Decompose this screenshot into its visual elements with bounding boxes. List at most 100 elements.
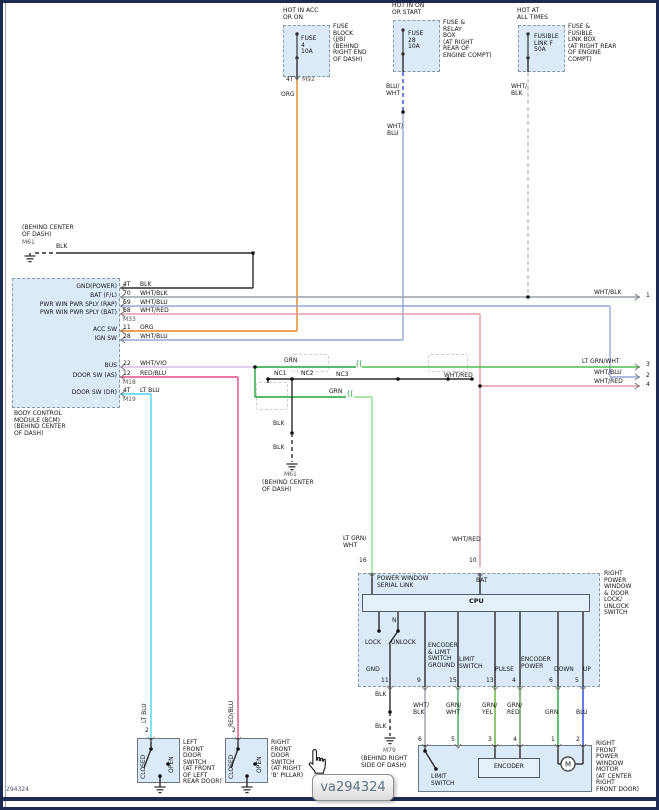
diagram-label: BLU	[576, 709, 588, 716]
diagram-label: GRN/ RED	[507, 702, 523, 716]
diagram-label: 6	[418, 736, 422, 743]
limit-switch-label: LIMIT SWITCH	[431, 773, 455, 787]
junction-dot	[266, 377, 270, 381]
hot-in-acc-label: HOT IN ACC OR ON	[283, 7, 319, 21]
diagram-label: CLOSED	[228, 754, 235, 779]
diagram-label: WHT/BLU	[140, 333, 168, 340]
diagram-label: GRN/ WHT	[446, 702, 462, 716]
watermark-text: va294324	[320, 780, 386, 795]
diagram-label: ((	[347, 389, 354, 398]
diagram-label: OPEN	[256, 756, 263, 773]
diagram-label: 2	[145, 727, 149, 734]
diagram-label: DOWN	[554, 666, 574, 673]
diagram-label: WHT/ BLK	[413, 702, 430, 716]
wire-wht-blk-label: WHT/ BLK	[511, 83, 528, 97]
junction-dot	[396, 377, 400, 381]
diagram-label: 2	[576, 736, 580, 743]
fuse-4-label: FUSE 4 10A	[301, 35, 317, 55]
diagram-label: OPEN	[168, 756, 175, 773]
wire-lt-grn-wht-bottom: LT GRN/ WHT	[343, 535, 367, 549]
cpu-label: CPU	[469, 597, 484, 605]
junction-dot	[253, 365, 257, 369]
diagram-label: ORG	[140, 324, 154, 331]
fuse-block-label: FUSE BLOCK (J/B) (BEHIND RIGHT END OF DA…	[333, 23, 367, 63]
diagram-label: 11	[381, 677, 389, 684]
diagram-label: 3	[646, 361, 650, 368]
diagram-label: M18	[123, 379, 136, 386]
diagram-label: 22	[123, 360, 131, 367]
wire-lt-blu-vert-label: LT BLU	[141, 703, 148, 723]
fusible-link-label: FUSIBLE LINK F 50A	[534, 33, 559, 53]
junction-dot	[290, 377, 294, 381]
bcm-pin-rap: PWR WIN PWR SPLY (RAP)	[39, 301, 117, 308]
diagram-label: LIMIT SWITCH	[459, 656, 483, 670]
diagram-label: 4	[513, 736, 517, 743]
pin-4t-label: 4T	[286, 76, 294, 83]
diagram-label: 4	[646, 381, 650, 388]
m61-loc-label: (BEHIND CENTER OF DASH)	[22, 224, 74, 238]
diagram-label: 2	[646, 372, 650, 379]
diagram-id: 294324	[6, 786, 29, 793]
diagram-label: BLK	[140, 281, 152, 288]
bcm-pin-door-dr: DOOR SW (DR)	[71, 389, 117, 396]
serial-link-pin-label: POWER WINDOW SERIAL LINK	[377, 575, 429, 589]
diagram-label: BLK	[273, 420, 285, 427]
pin-chevron	[634, 373, 640, 381]
diagram-label: 70	[123, 290, 131, 297]
diagram-label: 4T	[123, 387, 131, 394]
diagram-label: M79	[383, 747, 396, 754]
diagram-label: M61	[284, 471, 297, 478]
diagram-label: PULSE	[495, 666, 514, 673]
diagram-label: 15	[449, 677, 457, 684]
wire-blk-label: BLK	[56, 243, 68, 250]
wire-grn-label1: GRN	[284, 357, 298, 364]
junction-dot	[388, 710, 392, 714]
ghost-connector-2	[428, 354, 468, 372]
fuse-28-label: FUSE 28 10A	[408, 30, 424, 50]
diagram-label: UNLOCK	[391, 639, 416, 646]
diagram-label: 1	[551, 736, 555, 743]
frame-inner-line	[5, 3, 6, 807]
diagram-label: 28	[123, 333, 131, 340]
diagram-label: ((	[356, 359, 363, 368]
watermark-tooltip[interactable]: va294324	[312, 774, 394, 801]
diagram-label: 10	[469, 557, 477, 564]
bcm-pin-gnd: GND(POWER)	[76, 283, 117, 290]
diagram-label: WHT/RED	[140, 307, 169, 314]
diagram-label: M19	[123, 396, 136, 403]
bcm-pin-ign: IGN SW	[94, 335, 117, 342]
diagram-label: GRN	[545, 709, 559, 716]
diagram-label: NC1	[274, 370, 287, 377]
diagram-label: WHT/BLK	[140, 290, 168, 297]
bcm-pin-bat: BAT (F/L)	[90, 292, 117, 299]
diagram-label: M33	[123, 316, 136, 323]
junction-dot	[526, 295, 530, 299]
diagram-label: LT BLU	[140, 387, 160, 394]
encoder-label: ENCODER	[494, 763, 524, 770]
diagram-label: RED/BLU	[140, 370, 167, 377]
diagram-label: BLK	[273, 444, 285, 451]
m61-label: M61	[22, 239, 35, 246]
bcm-pin-bus: BUS	[104, 362, 117, 369]
diagram-label: 1	[646, 292, 650, 299]
diagram-label: 5	[575, 677, 579, 684]
diagram-label: 11	[123, 324, 131, 331]
diagram-label: (BEHIND CENTER OF DASH)	[262, 479, 314, 493]
diagram-label: 13	[486, 677, 494, 684]
edge-wht-red: WHT/RED	[594, 378, 623, 385]
fusible-box-label: FUSE & FUSIBLE LINK BOX (AT RIGHT REAR O…	[568, 23, 617, 63]
diagram-label: GND	[366, 666, 380, 673]
bcm-pin-acc: ACC SW	[92, 326, 117, 333]
hot-at-all-times-label: HOT AT ALL TIMES	[517, 7, 548, 21]
hand-cursor-icon	[308, 748, 326, 774]
bat-pin-label: BAT	[476, 577, 488, 584]
junction-dot	[401, 110, 405, 114]
diagram-label: 4	[512, 677, 516, 684]
diagram-label: GRN/ YEL	[482, 702, 498, 716]
hot-in-on-label: HOT IN ON OR START	[392, 2, 425, 16]
diagram-label: 12	[123, 370, 131, 377]
diagram-label: BLK	[375, 723, 387, 730]
junction-dot	[478, 384, 482, 388]
diagram-label: 9	[417, 677, 421, 684]
diagram-label: LOCK	[365, 639, 381, 646]
